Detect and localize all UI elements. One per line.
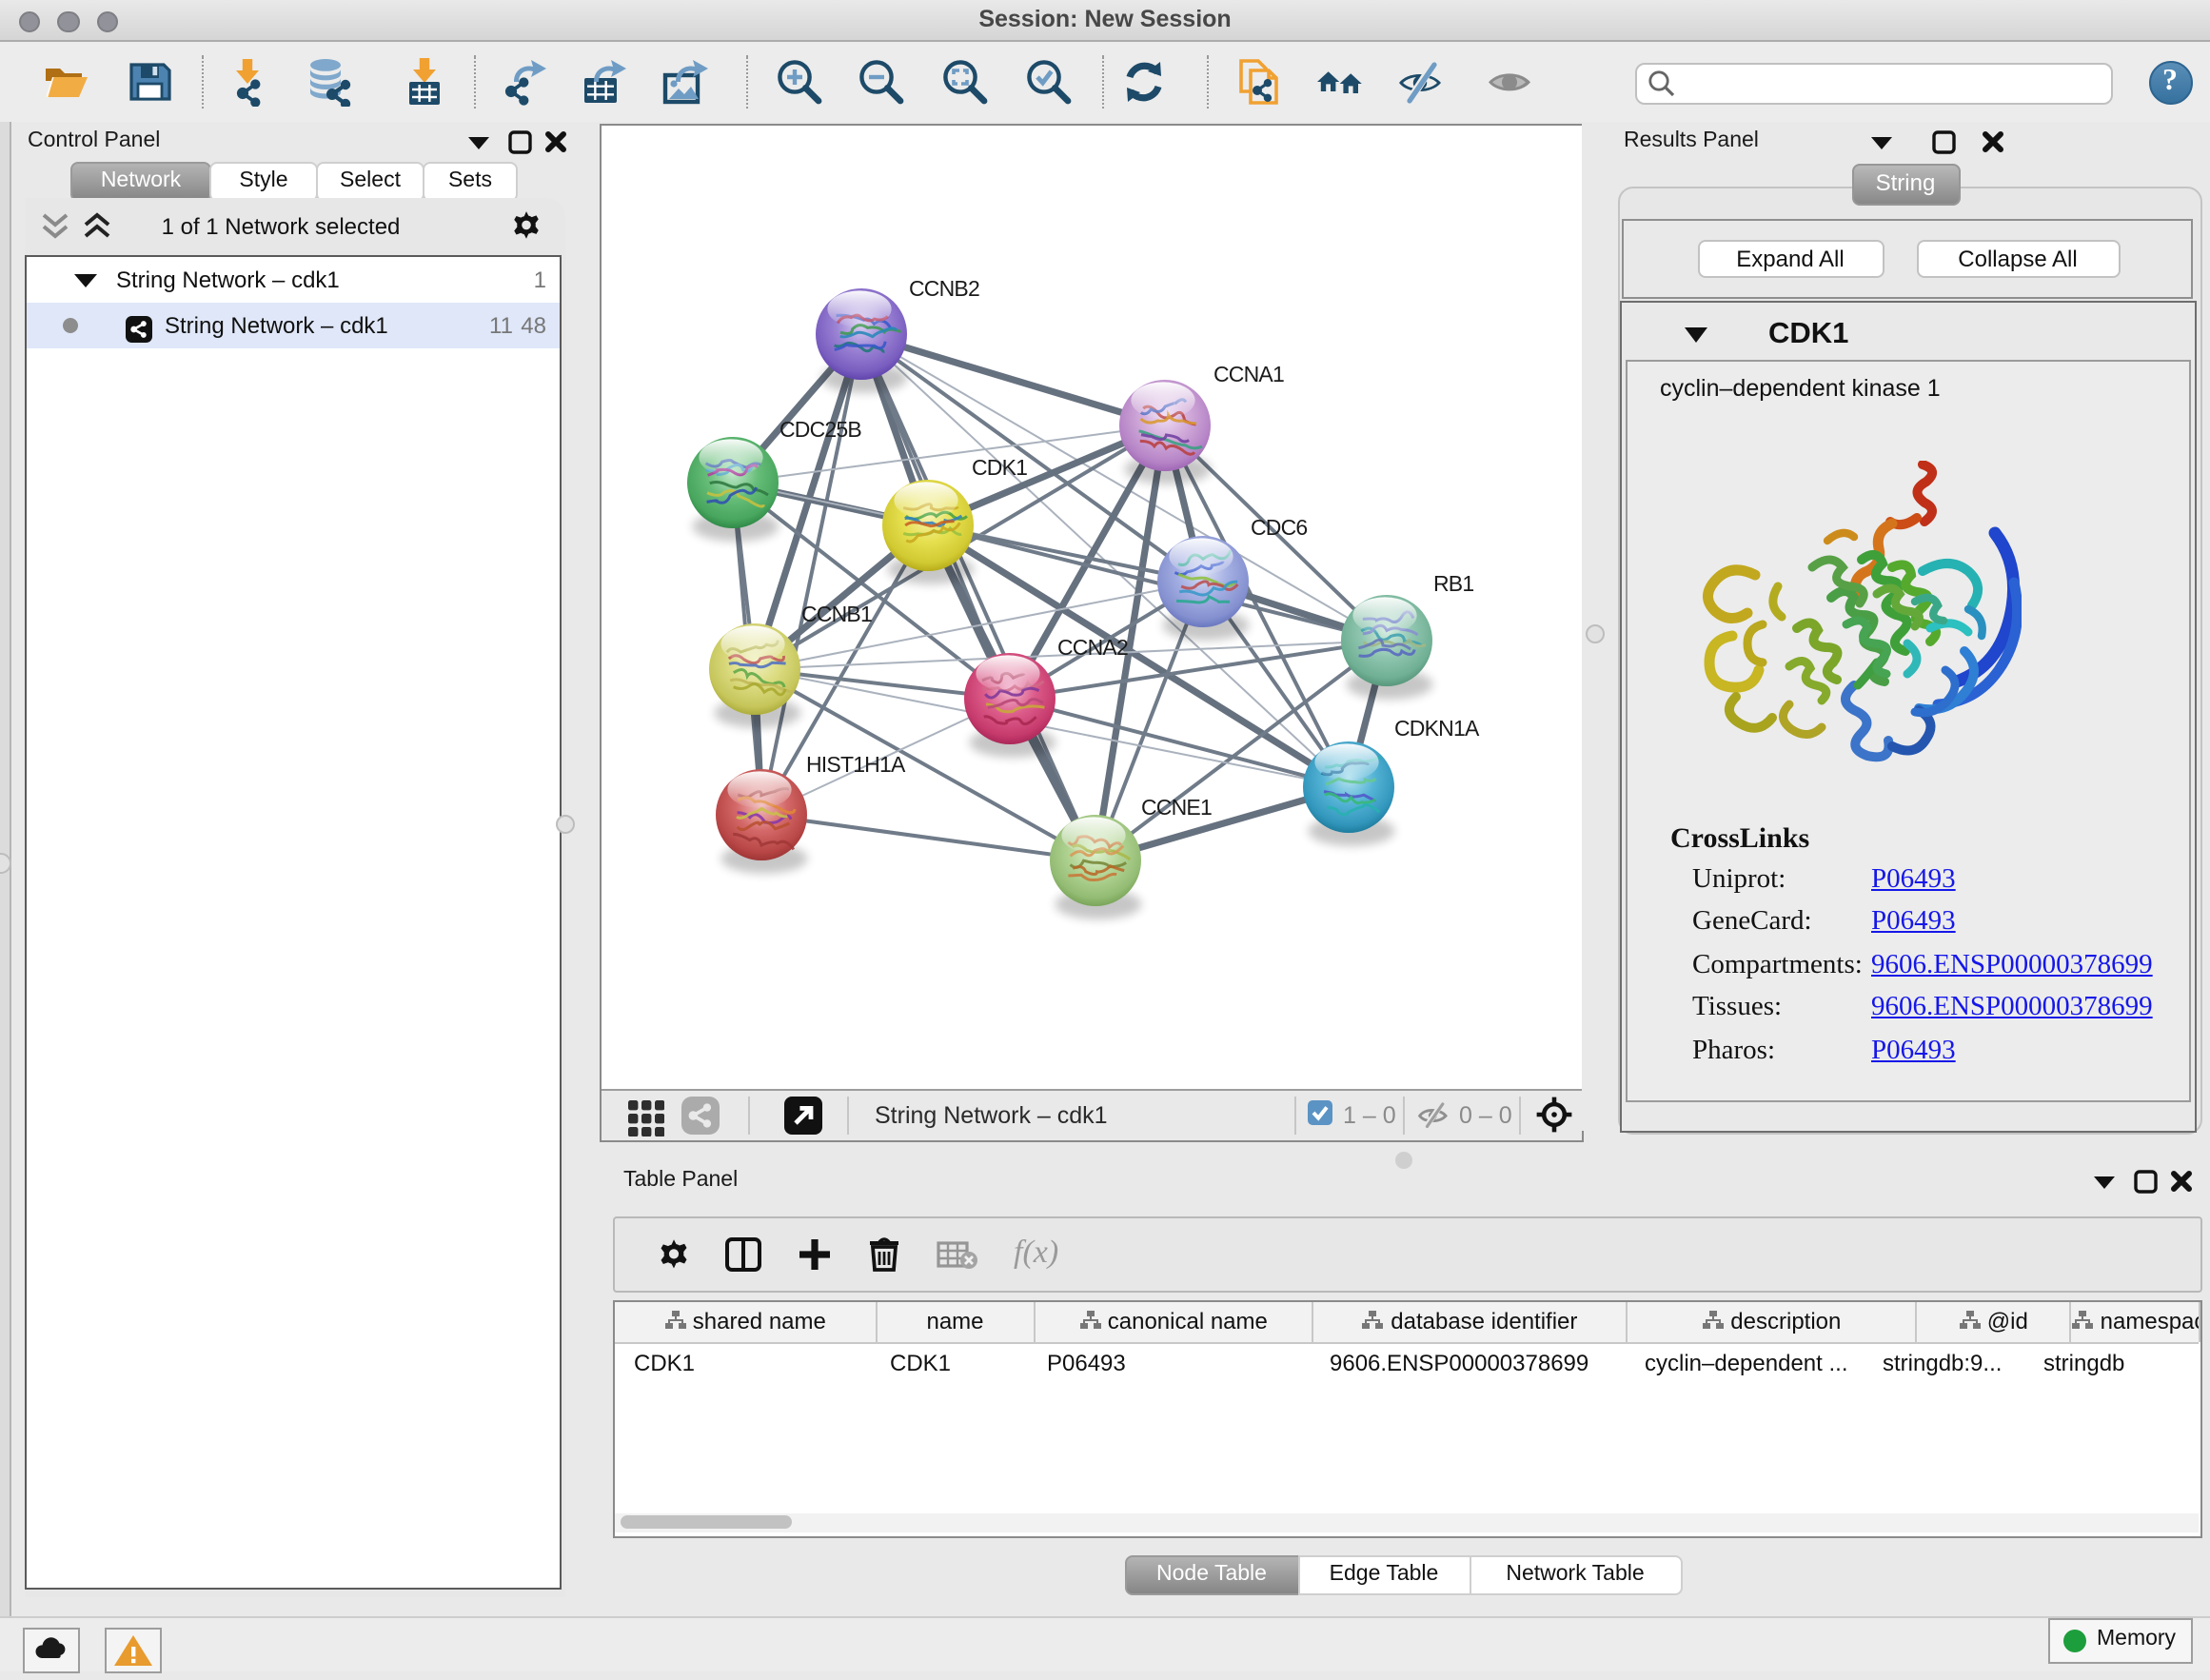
svg-text:CCNA1: CCNA1 [1213,362,1283,386]
svg-text:CDC6: CDC6 [1250,515,1306,540]
svg-text:CDKN1A: CDKN1A [1393,716,1479,741]
svg-text:CDC25B: CDC25B [779,417,860,442]
svg-text:CCNE1: CCNE1 [1140,795,1211,820]
svg-text:RB1: RB1 [1432,571,1472,596]
svg-text:CCNB1: CCNB1 [800,602,871,626]
svg-text:CDK1: CDK1 [971,455,1026,480]
svg-text:HIST1H1A: HIST1H1A [805,752,905,777]
svg-text:CCNA2: CCNA2 [1056,635,1127,660]
svg-text:CCNB2: CCNB2 [908,276,978,301]
